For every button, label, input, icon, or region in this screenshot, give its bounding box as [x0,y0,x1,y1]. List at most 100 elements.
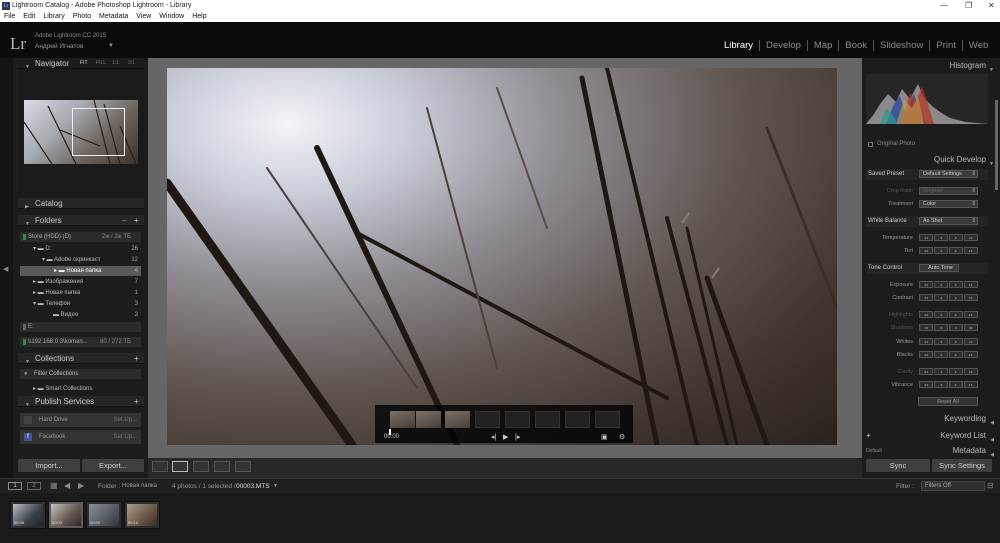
publish-facebook[interactable]: f Facebook Set Up... [20,430,141,444]
grid-icon[interactable]: ▦ [50,481,58,490]
menu-view[interactable]: View [136,12,151,22]
decrease-small-button[interactable]: ◂ [934,247,948,254]
forward-arrow-icon[interactable]: ▶ [78,481,84,490]
increase-small-button[interactable]: ▸ [949,294,963,301]
metadata-header[interactable]: Default Metadata ◀ [862,446,996,458]
video-frame[interactable] [416,411,441,428]
folder-row[interactable]: ▾ ▬ Adobe скринкаст 12 [20,255,141,265]
decrease-small-button[interactable]: ◂ [934,351,948,358]
chevron-down-icon[interactable]: ▼ [273,483,278,489]
module-book[interactable]: Book [838,40,873,51]
add-keyword-icon[interactable]: + [866,430,871,442]
decrease-large-button[interactable]: ◂◂ [919,381,933,388]
menu-file[interactable]: File [4,12,15,22]
decrease-small-button[interactable]: ◂ [934,234,948,241]
decrease-small-button[interactable]: ◂ [934,338,948,345]
reset-all-button[interactable]: Reset All [918,397,978,406]
export-button[interactable]: Export... [82,459,144,472]
auto-tone-button[interactable]: Auto Tone [919,264,959,272]
decrease-small-button[interactable]: ◂ [934,324,948,331]
compare-view-icon[interactable] [193,461,209,472]
publish-hard-drive[interactable]: Hard Drive Set Up... [20,413,141,427]
menu-window[interactable]: Window [159,12,184,22]
increase-large-button[interactable]: ▸▸ [964,351,978,358]
decrease-large-button[interactable]: ◂◂ [919,281,933,288]
folders-header[interactable]: ▼ Folders – + [18,215,144,227]
main-photo[interactable] [167,68,837,445]
decrease-large-button[interactable]: ◂◂ [919,294,933,301]
increase-large-button[interactable]: ▸▸ [964,324,978,331]
filmstrip-thumb[interactable]: 00:30 [86,501,122,529]
module-print[interactable]: Print [929,40,962,51]
volume-e[interactable]: E: [20,322,141,332]
loupe-view-icon[interactable] [172,461,188,472]
setup-link[interactable]: Set Up... [114,430,137,444]
video-frame[interactable] [535,411,560,428]
frame-capture-icon[interactable]: ▣ [601,433,608,441]
increase-large-button[interactable]: ▸▸ [964,294,978,301]
add-publish-button[interactable]: + [134,396,139,407]
menu-photo[interactable]: Photo [73,12,91,22]
decrease-large-button[interactable]: ◂◂ [919,324,933,331]
grid-view-icon[interactable] [152,461,168,472]
right-panel-scrollbar[interactable] [995,100,998,190]
decrease-large-button[interactable]: ◂◂ [919,311,933,318]
zoom-fit[interactable]: FIT [80,58,88,69]
video-frame[interactable] [565,411,590,428]
increase-large-button[interactable]: ▸▸ [964,338,978,345]
treatment-select[interactable]: Color ⇕ [919,200,978,208]
zoom-fill[interactable]: FILL [96,58,106,69]
maximize-button[interactable]: ❐ [965,1,972,10]
filter-select[interactable]: Filters Off [921,481,985,491]
play-icon[interactable]: ▶ [503,433,508,441]
increase-large-button[interactable]: ▸▸ [964,381,978,388]
menu-library[interactable]: Library [43,12,64,22]
volume-network[interactable]: \\192.168.0.3\koman... 80 / 272 ТБ [20,337,141,347]
module-library[interactable]: Library [718,40,759,51]
metadata-preset[interactable]: Default [866,446,882,456]
settings-icon[interactable]: ⚙ [619,433,625,441]
increase-small-button[interactable]: ▸ [949,234,963,241]
increase-small-button[interactable]: ▸ [949,311,963,318]
menu-help[interactable]: Help [192,12,206,22]
publish-services-header[interactable]: ▼ Publish Services + [18,396,144,408]
saved-preset-select[interactable]: Default Settings ⇕ [919,170,978,178]
video-frame[interactable] [390,411,415,428]
source-folder[interactable]: Новая папка [122,483,157,489]
filmstrip-thumb[interactable]: 00:06 [10,501,46,529]
increase-small-button[interactable]: ▸ [949,381,963,388]
original-photo-checkbox[interactable] [868,142,873,147]
crop-ratio-select[interactable]: Original ⇕ [919,187,978,195]
increase-large-button[interactable]: ▸▸ [964,368,978,375]
lock-icon[interactable]: ⊟ [987,481,994,490]
increase-small-button[interactable]: ▸ [949,324,963,331]
filter-collections-input[interactable]: ● Filter Collections [20,369,141,379]
smart-collections-row[interactable]: ▸ ▬ Smart Collections [20,384,141,394]
decrease-large-button[interactable]: ◂◂ [919,338,933,345]
survey-view-icon[interactable] [214,461,230,472]
folder-row[interactable]: ▸ ▬ Новая папка 1 [20,288,141,298]
increase-large-button[interactable]: ▸▸ [964,234,978,241]
page-1-button[interactable]: 1 [8,482,22,490]
quick-develop-header[interactable]: Quick Develop ▼ [862,154,996,167]
catalog-header[interactable]: ▶ Catalog [18,198,144,210]
navigator-header[interactable]: ▼ Navigator FIT FILL 1:1 3:1 [18,58,144,70]
increase-large-button[interactable]: ▸▸ [964,281,978,288]
filmstrip-thumb[interactable]: 00:16 [124,501,160,529]
add-folder-button[interactable]: + [134,215,139,226]
folder-row[interactable]: ▾ ▬ D: 26 [20,244,141,254]
white-balance-select[interactable]: As Shot ⇕ [919,217,978,225]
user-menu-caret[interactable]: ▼ [108,43,114,49]
module-map[interactable]: Map [806,40,838,51]
add-collection-button[interactable]: + [134,353,139,364]
menu-metadata[interactable]: Metadata [99,12,128,22]
decrease-small-button[interactable]: ◂ [934,294,948,301]
filmstrip-thumb-selected[interactable]: 00:03 [48,501,84,529]
increase-small-button[interactable]: ▸ [949,351,963,358]
zoom-3-1[interactable]: 3:1 [128,58,135,69]
close-button[interactable]: ✕ [988,1,995,10]
module-web[interactable]: Web [961,40,994,51]
increase-large-button[interactable]: ▸▸ [964,247,978,254]
decrease-large-button[interactable]: ◂◂ [919,351,933,358]
next-frame-icon[interactable]: |▸ [515,433,520,441]
